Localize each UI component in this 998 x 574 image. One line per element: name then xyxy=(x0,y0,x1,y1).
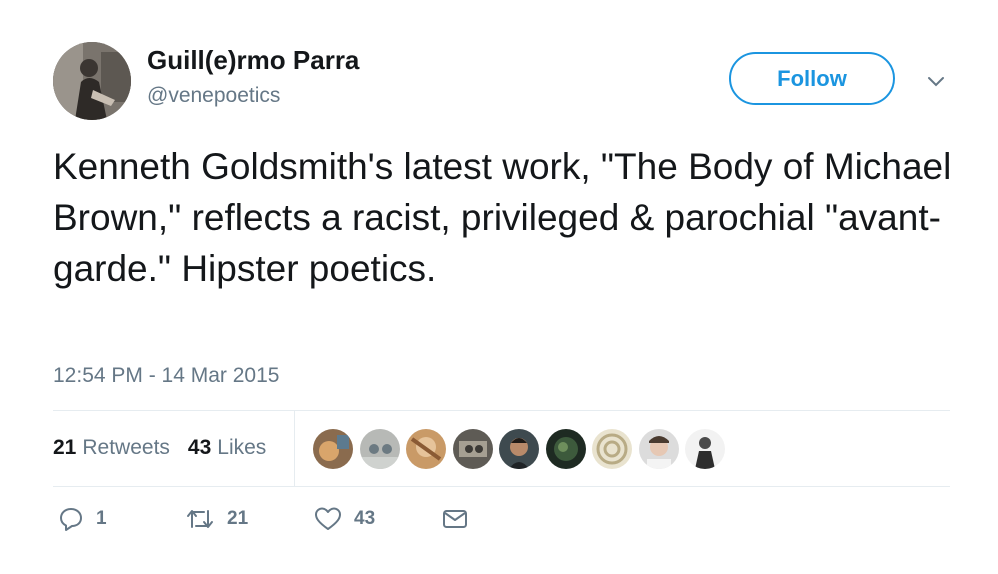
tweet-stats: 21 Retweets 43 Likes xyxy=(53,436,266,460)
direct-message-button[interactable] xyxy=(441,506,469,532)
liker-avatar[interactable] xyxy=(592,429,632,469)
liker-avatar[interactable] xyxy=(685,429,725,469)
likes-label: Likes xyxy=(217,436,267,459)
retweets-count: 21 xyxy=(53,436,77,459)
liker-avatar[interactable] xyxy=(406,429,446,469)
stats-divider xyxy=(294,411,295,486)
tweet-text: Kenneth Goldsmith's latest work, "The Bo… xyxy=(53,146,952,289)
liker-avatar[interactable] xyxy=(545,429,586,469)
follow-button[interactable]: Follow xyxy=(729,52,895,105)
likes-count: 43 xyxy=(187,436,212,459)
author-avatar[interactable] xyxy=(53,42,131,120)
divider xyxy=(53,486,950,487)
author-handle[interactable]: @venepoetics xyxy=(147,84,280,108)
retweets-label: Retweets xyxy=(82,436,170,459)
envelope-icon xyxy=(441,506,469,532)
liker-avatar[interactable] xyxy=(359,429,400,469)
liker-avatar[interactable] xyxy=(499,429,539,469)
likers-avatars xyxy=(313,429,732,469)
author-name[interactable]: Guill(e)rmo Parra xyxy=(147,45,359,76)
retweet-icon xyxy=(185,506,215,532)
reply-count: 1 xyxy=(96,508,107,529)
reply-icon xyxy=(58,506,84,532)
liker-avatar[interactable] xyxy=(452,429,493,469)
liker-avatar[interactable] xyxy=(313,429,353,469)
chevron-down-icon[interactable] xyxy=(925,70,947,92)
like-count: 43 xyxy=(354,508,376,529)
tweet-timestamp[interactable]: 12:54 PM - 14 Mar 2015 xyxy=(53,364,279,388)
heart-icon xyxy=(314,506,342,532)
liker-avatar[interactable] xyxy=(638,429,679,469)
retweets-stat[interactable]: 21 Retweets xyxy=(53,436,170,460)
like-button[interactable]: 43 xyxy=(314,506,375,532)
divider xyxy=(53,410,950,411)
retweet-count: 21 xyxy=(227,508,249,529)
retweet-button[interactable]: 21 xyxy=(185,506,248,532)
likes-stat[interactable]: 43 Likes xyxy=(188,436,266,460)
reply-button[interactable]: 1 xyxy=(58,506,107,532)
